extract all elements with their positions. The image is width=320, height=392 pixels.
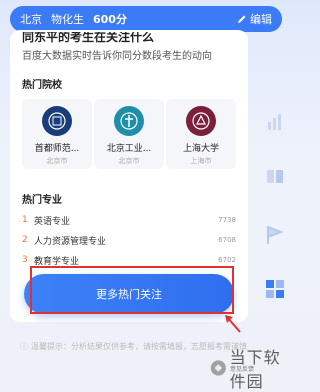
highlight-box [30, 266, 234, 314]
school-card[interactable]: 上海大学 上海市 [166, 99, 236, 169]
watermark: 当下软件园 意见反馈 [210, 344, 294, 392]
major-name: 教育学专业 [34, 256, 80, 267]
major-count: 6702 [218, 256, 236, 264]
list-item[interactable]: 1 英语专业 7738 [22, 210, 236, 230]
grid-icon[interactable] [262, 276, 288, 306]
major-rank: 2 [22, 235, 28, 245]
school-city: 北京市 [118, 157, 140, 165]
feedback-link[interactable]: 意见反馈 [230, 364, 254, 373]
major-list: 1 英语专业 7738 2 人力资源管理专业 6708 3 教育学专业 6702 [22, 210, 236, 270]
school-list: 首都师范... 北京市 北京工业... 北京市 上海大学 上海市 [22, 99, 236, 169]
major-name: 人力资源管理专业 [34, 236, 107, 247]
school-logo-icon [186, 106, 216, 136]
school-logo-icon [114, 106, 144, 136]
hot-majors-title: 热门专业 [22, 195, 62, 206]
edit-label: 编辑 [250, 13, 272, 26]
pencil-icon [238, 15, 246, 23]
score-label[interactable]: 600分 [93, 11, 127, 27]
school-city: 北京市 [46, 157, 68, 165]
info-icon: ⓘ [20, 342, 28, 351]
major-count: 6708 [218, 236, 236, 244]
book-icon[interactable] [262, 163, 288, 193]
subjects-label[interactable]: 物化生 [51, 11, 84, 27]
region-label[interactable]: 北京 [20, 11, 42, 27]
major-rank: 3 [22, 255, 28, 265]
major-name: 英语专业 [34, 216, 71, 227]
major-rank: 1 [22, 215, 28, 225]
arrow-icon [225, 315, 241, 333]
school-city: 上海市 [190, 157, 212, 165]
school-card[interactable]: 首都师范... 北京市 [22, 99, 92, 169]
school-name: 上海大学 [182, 144, 219, 154]
flag-icon[interactable] [262, 222, 288, 252]
school-card[interactable]: 北京工业... 北京市 [94, 99, 164, 169]
school-logo-icon [42, 106, 72, 136]
edit-button[interactable]: 编辑 [237, 11, 272, 27]
bar-chart-icon[interactable] [262, 108, 288, 138]
hot-schools-title: 热门院校 [22, 80, 62, 91]
school-name: 首都师范... [34, 144, 80, 154]
school-name: 北京工业... [106, 144, 152, 154]
major-count: 7738 [218, 216, 236, 224]
list-item[interactable]: 2 人力资源管理专业 6708 [22, 230, 236, 250]
filter-bar: 北京 物化生 600分 编辑 [10, 6, 282, 32]
watermark-logo-icon [210, 360, 226, 376]
card-subtitle: 百度大数据实时告诉你同分数段考生的动向 [22, 51, 212, 62]
card-heading: 同东平的考生在关注什么 [22, 32, 155, 44]
